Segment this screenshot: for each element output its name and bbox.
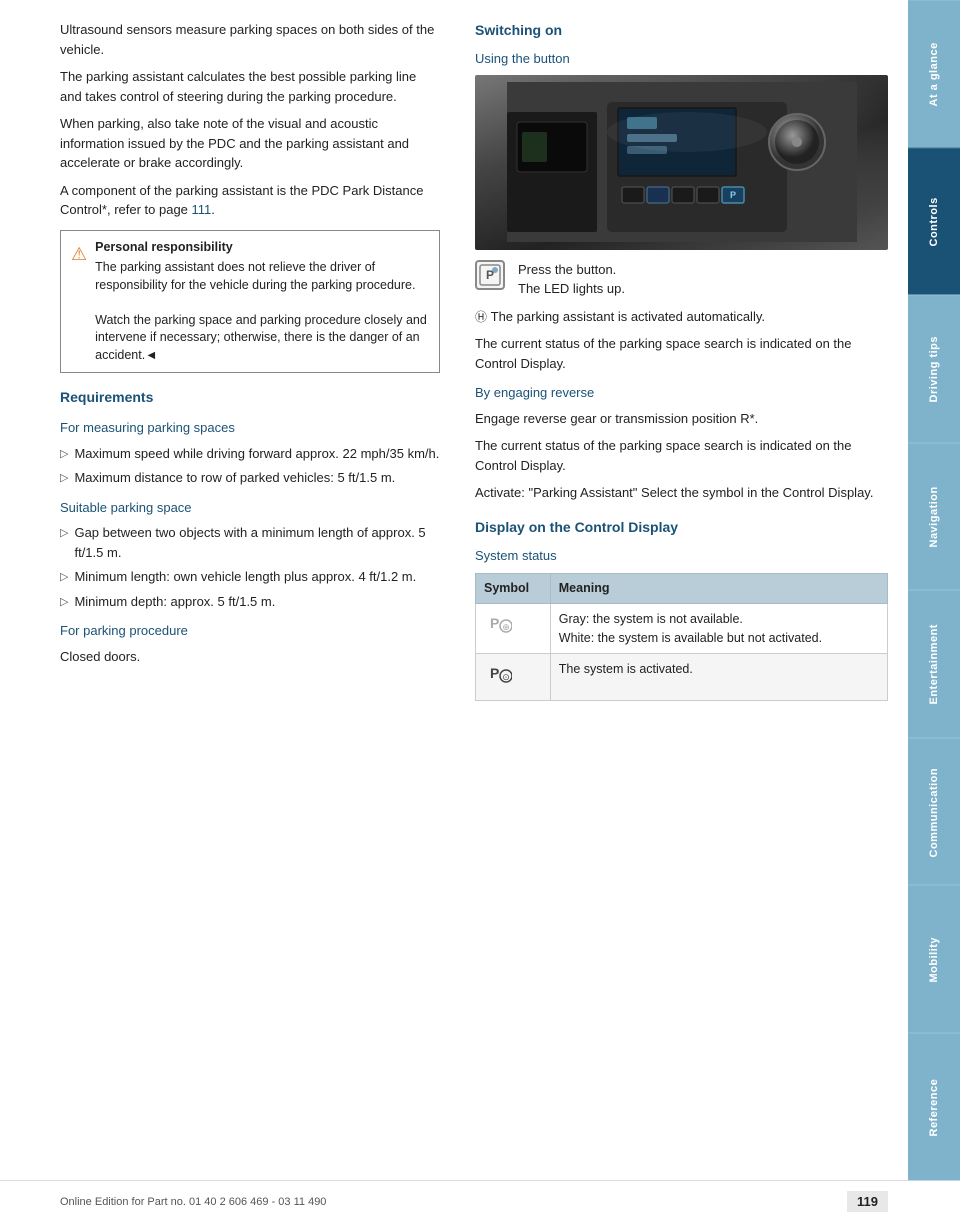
table-header-meaning: Meaning (550, 574, 887, 604)
meaning-line-3: The system is activated. (559, 660, 879, 679)
measuring-item-2-text: Maximum distance to row of parked vehicl… (74, 468, 395, 488)
page-link[interactable]: 111 (192, 202, 212, 217)
svg-text:⊙: ⊙ (502, 672, 510, 682)
using-button-heading: Using the button (475, 49, 888, 69)
bullet-arrow-icon: ▷ (60, 470, 68, 487)
meaning-line-1: Gray: the system is not available. (559, 610, 879, 629)
bullet-arrow-icon: ▷ (60, 569, 68, 586)
measuring-item-1: ▷ Maximum speed while driving forward ap… (60, 444, 440, 464)
sidebar-tab-reference[interactable]: Reference (908, 1033, 960, 1181)
warning-body-1: The parking assistant does not relieve t… (95, 259, 429, 294)
sidebar-tab-driving-tips[interactable]: Driving tips (908, 295, 960, 443)
intro-para-2: The parking assistant calculates the bes… (60, 67, 440, 106)
press-info: P Press the button. The LED lights up. (475, 260, 888, 299)
car-image: P (475, 75, 888, 250)
parking-button-icon: P (475, 260, 505, 290)
table-cell-meaning-2: The system is activated. (550, 654, 887, 701)
table-cell-symbol-2: P ⊙ (476, 654, 551, 701)
suitable-item-1: ▷ Gap between two objects with a minimum… (60, 523, 440, 562)
press-text: Press the button. (518, 260, 625, 280)
table-cell-symbol-1: P ⊕ (476, 603, 551, 654)
suitable-item-2: ▷ Minimum length: own vehicle length plu… (60, 567, 440, 587)
led-text: The LED lights up. (518, 279, 625, 299)
sidebar-tab-navigation[interactable]: Navigation (908, 443, 960, 591)
measuring-item-1-text: Maximum speed while driving forward appr… (74, 444, 439, 464)
car-image-inner: P (475, 75, 888, 250)
parking-symbol-gray: P ⊕ (484, 610, 512, 638)
system-status-heading: System status (475, 546, 888, 566)
warning-text: Personal responsibility The parking assi… (95, 239, 429, 365)
footer-text: Online Edition for Part no. 01 40 2 606 … (60, 1196, 326, 1208)
footer: Online Edition for Part no. 01 40 2 606 … (0, 1180, 908, 1222)
parking-symbol-white: P ⊙ (484, 660, 512, 688)
page-number: 119 (847, 1191, 888, 1212)
sidebar-tab-controls[interactable]: Controls (908, 148, 960, 296)
meaning-line-2: White: the system is available but not a… (559, 629, 879, 648)
table-row: P ⊕ Gray: the system is not available. W… (476, 603, 888, 654)
bullet-arrow-icon: ▷ (60, 446, 68, 463)
right-column: Switching on Using the button (460, 0, 908, 1180)
warning-body-2: Watch the parking space and parking proc… (95, 312, 429, 365)
suitable-item-3: ▷ Minimum depth: approx. 5 ft/1.5 m. (60, 592, 440, 612)
table-row: P ⊙ The system is activated. (476, 654, 888, 701)
parking-p-icon: P (479, 264, 501, 286)
measuring-heading: For measuring parking spaces (60, 418, 440, 438)
main-content: Ultrasound sensors measure parking space… (0, 0, 908, 1180)
bullet-arrow-icon: ▷ (60, 525, 68, 542)
table-header-symbol: Symbol (476, 574, 551, 604)
engaging-reverse-heading: By engaging reverse (475, 383, 888, 403)
svg-text:⊕: ⊕ (502, 622, 510, 632)
intro-para-1: Ultrasound sensors measure parking space… (60, 20, 440, 59)
measuring-item-2: ▷ Maximum distance to row of parked vehi… (60, 468, 440, 488)
press-led-text: Press the button. The LED lights up. (518, 260, 625, 299)
svg-text:P: P (729, 190, 735, 200)
parking-procedure-text: Closed doors. (60, 647, 440, 667)
left-column: Ultrasound sensors measure parking space… (0, 0, 460, 1180)
suitable-item-1-text: Gap between two objects with a minimum l… (74, 523, 440, 562)
warning-box: ⚠ Personal responsibility The parking as… (60, 230, 440, 374)
status-text-1: The current status of the parking space … (475, 334, 888, 373)
intro-para-3: When parking, also take note of the visu… (60, 114, 440, 173)
display-heading: Display on the Control Display (475, 517, 888, 538)
sidebar: At a glance Controls Driving tips Naviga… (908, 0, 960, 1180)
svg-text:P: P (490, 665, 499, 681)
sidebar-tab-mobility[interactable]: Mobility (908, 885, 960, 1033)
car-interior-svg: P (507, 82, 857, 242)
suitable-item-3-text: Minimum depth: approx. 5 ft/1.5 m. (74, 592, 275, 612)
switching-on-heading: Switching on (475, 20, 888, 41)
sidebar-tab-at-a-glance[interactable]: At a glance (908, 0, 960, 148)
suitable-item-2-text: Minimum length: own vehicle length plus … (74, 567, 416, 587)
requirements-heading: Requirements (60, 387, 440, 408)
status-table: Symbol Meaning P ⊕ Gray: the system is n… (475, 573, 888, 701)
parking-procedure-heading: For parking procedure (60, 621, 440, 641)
engage-status-text: The current status of the parking space … (475, 436, 888, 475)
table-cell-meaning-1: Gray: the system is not available. White… (550, 603, 887, 654)
sidebar-tab-entertainment[interactable]: Entertainment (908, 590, 960, 738)
svg-text:P: P (490, 615, 499, 631)
engage-text: Engage reverse gear or transmission posi… (475, 409, 888, 429)
intro-para-4: A component of the parking assistant is … (60, 181, 440, 220)
auto-activate-text: Ⓗ The parking assistant is activated aut… (475, 307, 888, 327)
suitable-heading: Suitable parking space (60, 498, 440, 518)
warning-icon: ⚠ (71, 241, 87, 268)
activate-text: Activate: "Parking Assistant" Select the… (475, 483, 888, 503)
sidebar-tab-communication[interactable]: Communication (908, 738, 960, 886)
warning-title: Personal responsibility (95, 239, 429, 257)
bullet-arrow-icon: ▷ (60, 594, 68, 611)
